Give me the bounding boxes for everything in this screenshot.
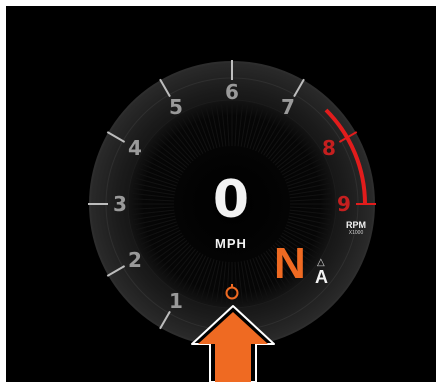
tachometer-label-6: 6 (225, 80, 239, 104)
rpm-unit-label: RPM (346, 220, 366, 230)
tachometer-label-9: 9 (337, 192, 351, 216)
instrument-cluster-screen: 123456789 0 MPH RPM X1000 N △ A (6, 6, 436, 382)
tachometer-label-1: 1 (169, 289, 183, 313)
rpm-multiplier-label: X1000 (348, 230, 364, 236)
shift-mode-indicator: A (315, 267, 328, 287)
speed-readout: 0 (212, 170, 250, 230)
tachometer-label-3: 3 (113, 192, 127, 216)
tachometer-label-4: 4 (128, 136, 142, 160)
tachometer-label-5: 5 (169, 95, 183, 119)
speed-unit-label: MPH (215, 236, 247, 251)
tachometer-label-7: 7 (281, 95, 295, 119)
tachometer-label-8: 8 (322, 136, 336, 160)
tachometer-label-2: 2 (128, 248, 142, 272)
screenshot-frame: 123456789 0 MPH RPM X1000 N △ A (0, 0, 445, 382)
gear-indicator: N (274, 239, 306, 288)
